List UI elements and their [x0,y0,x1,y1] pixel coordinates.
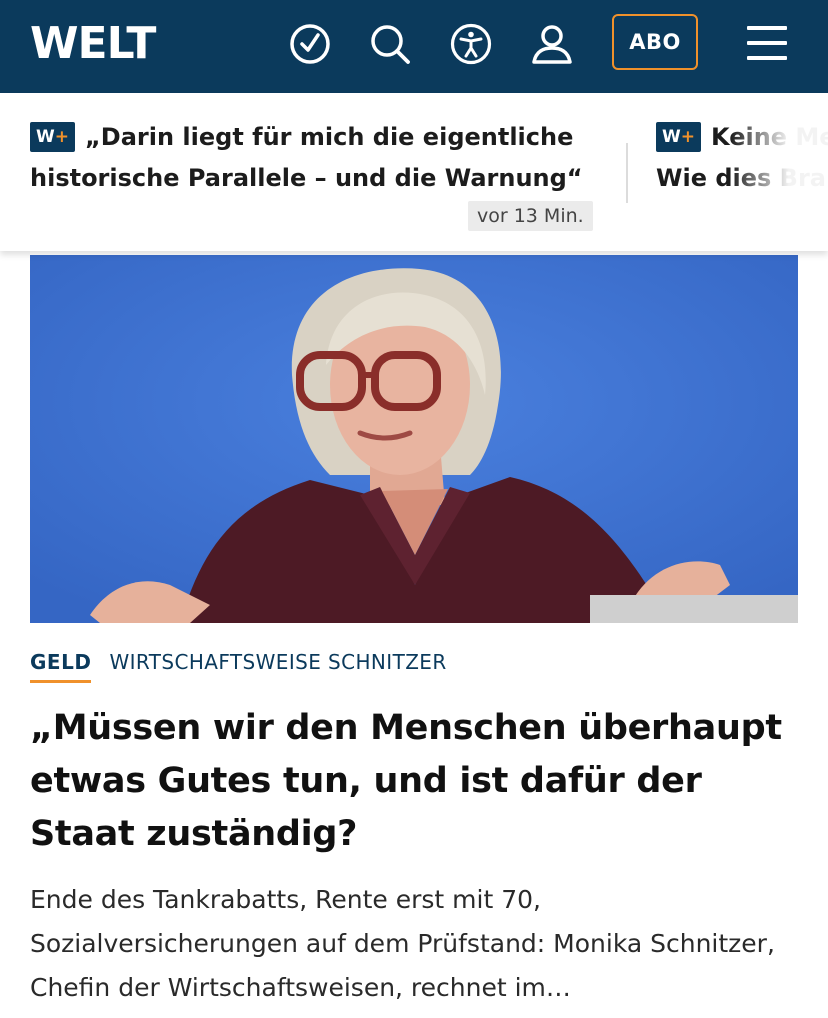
article-teaser[interactable]: Ende des Tankrabatts, Rente erst mit 70,… [30,878,810,1010]
clock-check-icon[interactable] [288,22,332,66]
ticker-item[interactable]: W+Keine Me ler – Wie dies Branche alar [656,117,828,199]
ticker-headline: „Darin liegt für mich die eigentliche hi… [30,123,583,192]
accessibility-icon[interactable] [449,22,493,66]
abo-button[interactable]: ABO [612,14,698,70]
search-icon[interactable] [368,22,412,66]
topic-link[interactable]: WIRTSCHAFTSWEISE SCHNITZER [109,650,446,674]
menu-icon[interactable] [745,24,789,64]
timestamp-badge: vor 13 Min. [468,201,593,231]
article-kicker: GELD WIRTSCHAFTSWEISE SCHNITZER [30,650,447,683]
article-hero-image[interactable] [30,255,798,623]
ticker-divider [626,143,628,203]
ticker-item[interactable]: W+ „Darin liegt für mich die eigentliche … [30,117,590,199]
news-ticker: W+ „Darin liegt für mich die eigentliche … [0,93,828,251]
wplus-badge: W+ [656,122,702,152]
top-header: WELT ABO [0,0,828,93]
section-link[interactable]: GELD [30,650,92,683]
wplus-badge: W+ [30,122,76,152]
article-headline[interactable]: „Müssen wir den Menschen überhaupt etwas… [30,702,800,861]
user-icon[interactable] [530,22,574,66]
welt-logo[interactable]: WELT [30,16,156,72]
